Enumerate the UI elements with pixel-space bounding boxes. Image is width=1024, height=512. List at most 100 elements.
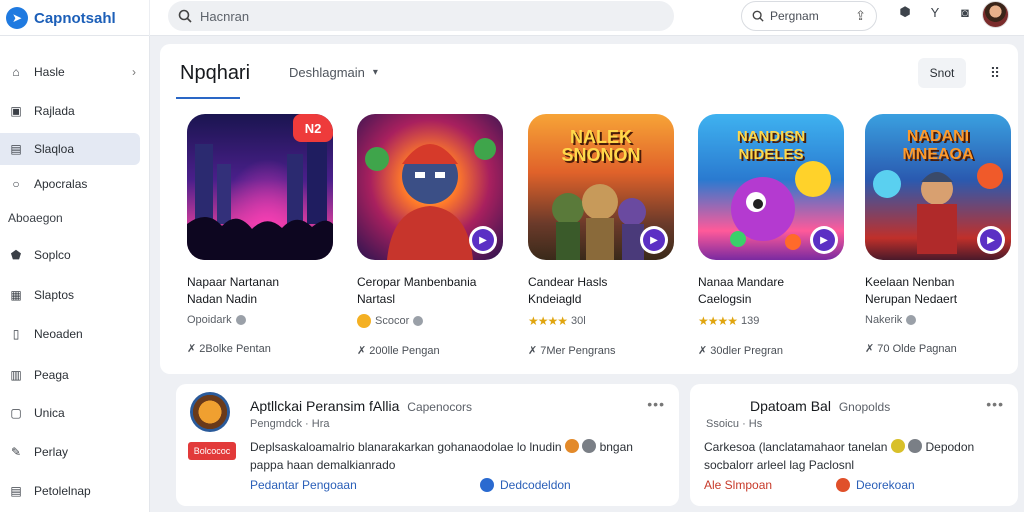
lightning-icon	[480, 478, 494, 492]
sidebar-item-slaqloa[interactable]: ▤ Slaqloa	[0, 133, 140, 165]
sidebar-item-neoaden[interactable]: ▯ Neoaden	[0, 318, 140, 350]
app-card[interactable]: N2 Napaar Nartanan Nadan Nadin Opoidark …	[187, 114, 337, 355]
description-line1: Carkesoa (lanclatamahaor tanelan	[704, 440, 888, 454]
app-icon[interactable]	[190, 392, 230, 432]
category-tag: Bolcococ	[188, 442, 236, 460]
card-name-line2: Nartasl	[357, 292, 396, 306]
main-panel: Npqhari Deshlagmain ▾ Snot ⠿ N2 Napaar N…	[160, 44, 1018, 374]
emoji-icon	[890, 439, 905, 453]
card-rating: Scocor	[357, 314, 507, 328]
share-icon[interactable]: ⇪	[855, 8, 866, 24]
filter-label: Deshlagmain	[289, 65, 365, 80]
folder-icon: ▤	[10, 142, 22, 156]
description-line1: Deplsaskaloamalrio blanarakarkan gohanao…	[250, 440, 562, 454]
rating-text: Nakerik	[865, 314, 903, 326]
card-name-line1: Ceropar Manbenbania	[357, 275, 477, 289]
chevron-right-icon: ›	[132, 65, 136, 79]
app-thumbnail[interactable]: NALEK SNONON ▶	[528, 114, 674, 260]
shield-icon[interactable]: ⬢	[896, 3, 914, 21]
sidebar-item-label: Peaga	[34, 368, 69, 382]
app-card[interactable]: NALEK SNONON ▶ Candear Hasls Kndeiagld ★…	[528, 114, 678, 357]
emoji-icon	[357, 314, 371, 328]
info-icon	[906, 315, 917, 325]
app-thumbnail[interactable]: ▶	[357, 114, 503, 260]
play-icon[interactable]: ▶	[640, 226, 668, 254]
book-icon: ▯	[12, 327, 20, 341]
category-tag[interactable]: Ale Slmpoan	[704, 478, 772, 492]
play-icon[interactable]: ▶	[810, 226, 838, 254]
sidebar-item-label: Soplco	[34, 248, 71, 262]
play-icon[interactable]: ▶	[977, 226, 1005, 254]
sidebar-item-apocralas[interactable]: ○ Apocralas	[0, 168, 140, 200]
app-card[interactable]: NANDISN NIDELES ▶ Nanaa Mandare Caelogsi…	[698, 114, 848, 357]
sidebar-item-soplco[interactable]: ⬟ Soplco	[0, 239, 140, 271]
secondary-link-label: Deorekoan	[856, 478, 915, 492]
app-thumbnail[interactable]: NANDISN NIDELES ▶	[698, 114, 844, 260]
secondary-link[interactable]: Dedcodeldon	[480, 478, 571, 492]
search-input[interactable]	[200, 8, 640, 24]
camera-icon[interactable]: ◙	[956, 3, 974, 21]
rating-text: 139	[741, 315, 760, 327]
description-line2: socbalorr arleel lag Paclosnl	[704, 458, 855, 472]
sidebar-item-label: Slaptos	[34, 288, 75, 302]
sidebar-item-slaptos[interactable]: ▦ Slaptos	[0, 279, 140, 311]
play-icon[interactable]: ▶	[469, 226, 497, 254]
more-options-icon[interactable]: •••	[986, 396, 1004, 412]
card-name-line1: Napaar Nartanan	[187, 275, 280, 289]
bag-icon: ▣	[10, 104, 22, 118]
more-options-icon[interactable]: •••	[647, 396, 665, 412]
rating-text: Opoidark	[187, 314, 232, 326]
chevron-icon[interactable]: Y	[926, 3, 944, 21]
grid-view-icon[interactable]: ⠿	[980, 58, 1010, 88]
app-title[interactable]: Aptllckai Peransim fAllia	[250, 398, 399, 414]
sidebar-item-label: Rajlada	[34, 104, 75, 118]
filter-dropdown[interactable]: Deshlagmain ▾	[289, 65, 378, 80]
app-meta: Pengmdck · Hra	[250, 418, 330, 430]
pin-icon: ✎	[10, 445, 22, 459]
sidebar-item-unica[interactable]: ▢ Unica	[0, 397, 140, 429]
chat-icon: ○	[12, 177, 20, 191]
description-line1-end: bngan	[599, 440, 633, 454]
info-icon	[582, 439, 597, 453]
sidebar-item-rajlada[interactable]: ▣ Rajlada	[0, 95, 140, 127]
brand[interactable]: ➤ Capnotsahl	[0, 0, 150, 36]
sidebar-section-label: Aboaegon	[8, 211, 63, 225]
primary-link[interactable]: Pedantar Pengoaan	[250, 478, 357, 492]
card-downloads: ✗ 7Mer Pengrans	[528, 345, 616, 357]
top-bar: ➤ Capnotsahl Pergnam ⇪ ⬢ Y ◙	[0, 0, 1024, 36]
sidebar-item-petolelnap[interactable]: ▤ Petolelnap	[0, 475, 140, 507]
card-downloads: ✗ 200lle Pengan	[357, 345, 440, 357]
featured-app-card[interactable]: Aptllckai Peransim fAllia Capenocors Pen…	[176, 384, 679, 506]
flame-icon	[836, 478, 850, 492]
sidebar-item-label: Apocralas	[34, 177, 88, 191]
app-title[interactable]: Dpatoam Bal	[750, 398, 831, 414]
app-card[interactable]: ▶ Ceropar Manbenbania Nartasl Scocor ✗ 2…	[357, 114, 507, 357]
sort-button[interactable]: Snot	[918, 58, 966, 88]
app-publisher[interactable]: Gnopolds	[839, 400, 890, 414]
program-search-pill[interactable]: Pergnam ⇪	[741, 1, 877, 31]
card-rating: Nakerik	[865, 314, 1015, 326]
sidebar-item-label: Perlay	[34, 445, 69, 459]
app-card[interactable]: NADANI MNEAOA ▶ Keelaan Nenban Nerupan N…	[865, 114, 1015, 355]
card-name-line2: Kndeiagld	[528, 292, 582, 306]
secondary-link[interactable]: Deorekoan	[836, 478, 915, 492]
sidebar-item-label: Neoaden	[34, 327, 83, 341]
search-bar[interactable]	[168, 1, 674, 31]
brand-logo-icon: ➤	[6, 7, 28, 29]
pill-search-icon	[752, 10, 764, 22]
sidebar-item-perlay[interactable]: ✎ Perlay	[0, 436, 140, 468]
description-line2: pappa haan demalkianrado	[250, 458, 396, 472]
card-rating: ★★★★ 139	[698, 314, 848, 328]
sidebar-item-hasle[interactable]: ⌂ Hasle ›	[0, 56, 140, 88]
app-thumbnail[interactable]: NADANI MNEAOA ▶	[865, 114, 1011, 260]
app-description: Carkesoa (lanclatamahaor tanelan Depodon…	[704, 438, 1009, 474]
card-name-line2: Caelogsin	[698, 292, 752, 306]
app-thumbnail[interactable]: N2	[187, 114, 333, 260]
featured-app-card[interactable]: Dpatoam Bal Gnopolds Ssoicu · Hs ••• Car…	[690, 384, 1018, 506]
sidebar-item-peaga[interactable]: ▥ Peaga	[0, 359, 140, 391]
info-icon	[908, 439, 923, 453]
card-downloads: ✗ 70 Olde Pagnan	[865, 343, 957, 355]
app-publisher[interactable]: Capenocors	[407, 400, 472, 414]
home-icon: ⌂	[12, 65, 20, 79]
avatar[interactable]	[982, 1, 1009, 28]
